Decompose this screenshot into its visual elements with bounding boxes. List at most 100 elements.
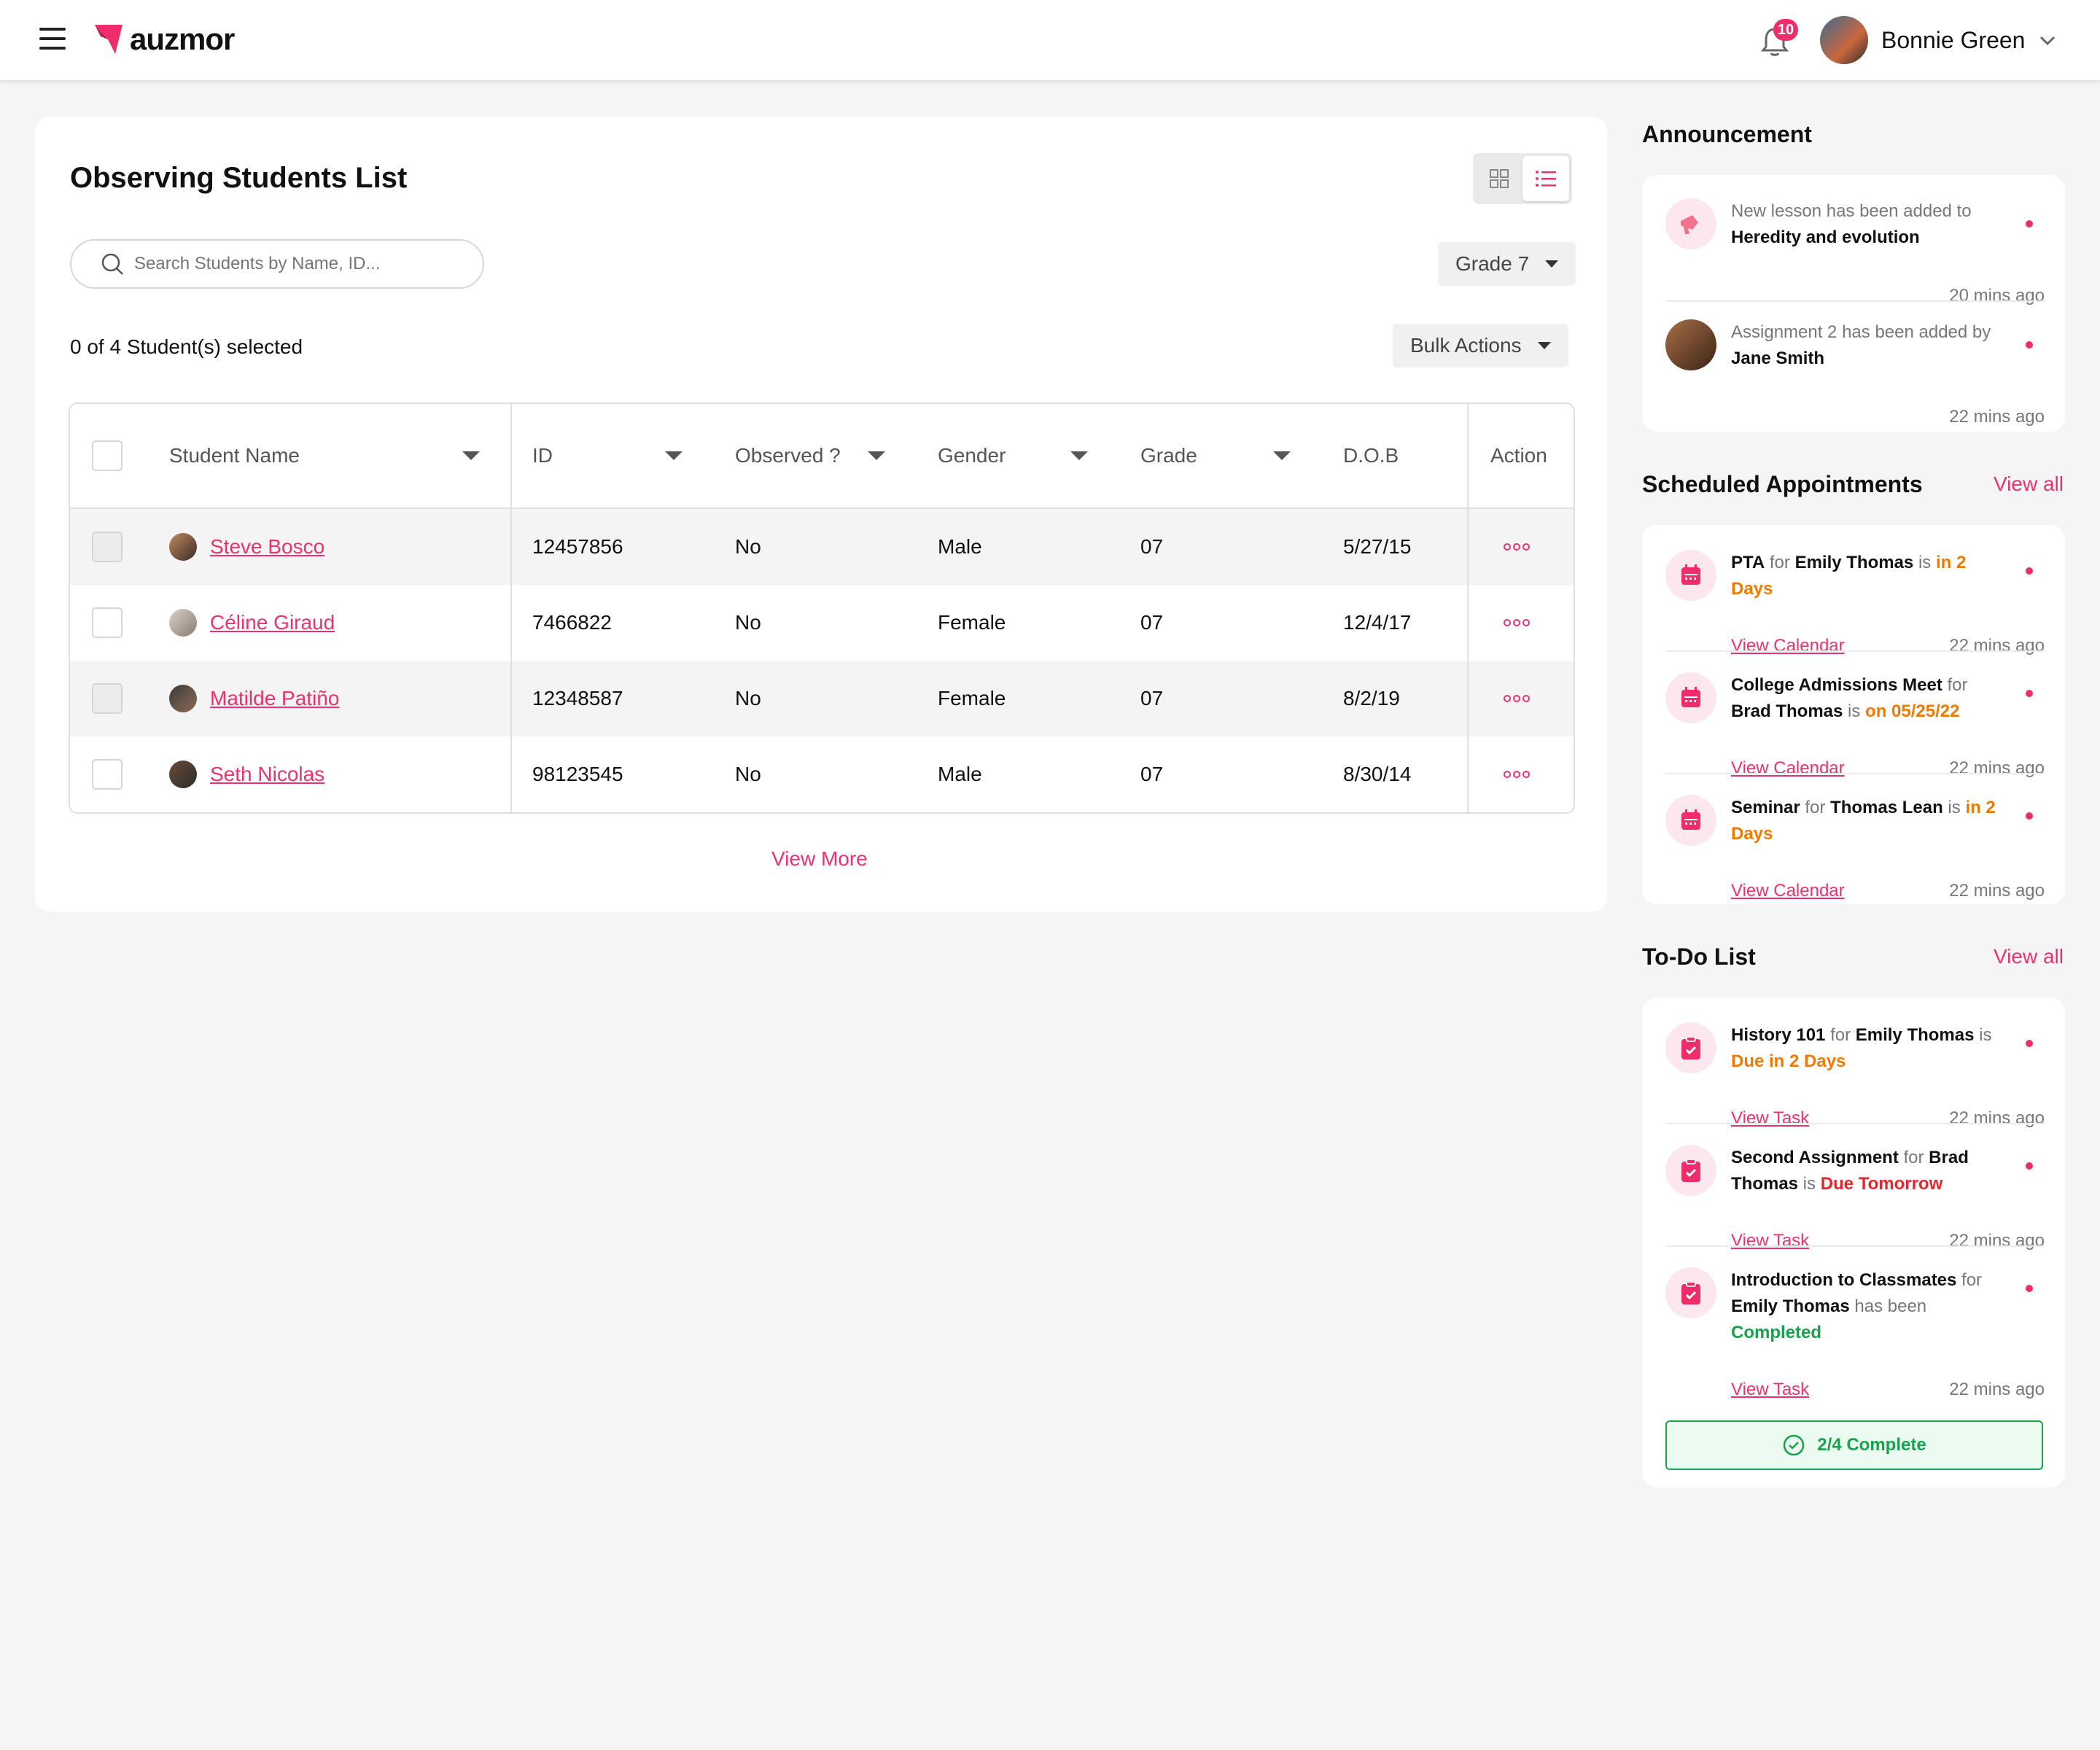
todo-item: Introduction to Classmates for Emily Tho… (1665, 1267, 2045, 1399)
column-header-gender[interactable]: Gender (938, 444, 1006, 467)
row-checkbox[interactable] (92, 532, 122, 562)
appointment-person: Brad Thomas (1731, 701, 1843, 721)
table-row: Steve Bosco 12457856 No Male 07 5/27/15 (70, 509, 1574, 585)
unread-dot (2026, 1040, 2033, 1047)
appointment-person: Thomas Lean (1830, 798, 1943, 817)
more-actions-icon[interactable] (1504, 543, 1530, 551)
row-checkbox[interactable] (92, 607, 122, 638)
divider (1665, 773, 2045, 774)
check-circle-icon (1784, 1434, 1805, 1456)
todo-time: 22 mins ago (1949, 1231, 2045, 1251)
column-header-action: Action (1490, 444, 1547, 467)
bulk-actions-dropdown[interactable]: Bulk Actions (1393, 324, 1568, 368)
user-avatar (1820, 16, 1868, 64)
announcement-text: Assignment 2 has been added by Jane Smit… (1731, 319, 2008, 372)
todo-person: Emily Thomas (1731, 1296, 1850, 1316)
appointment-event: Seminar (1731, 798, 1800, 817)
sort-icon[interactable] (1070, 451, 1088, 460)
appointment-item: College Admissions Meet for Brad Thomas … (1665, 672, 2045, 778)
todo-title: To-Do List (1642, 944, 1756, 970)
user-menu[interactable]: Bonnie Green (1820, 16, 2057, 64)
column-header-id[interactable]: ID (532, 444, 553, 467)
student-name-link[interactable]: Steve Bosco (210, 535, 324, 559)
clipboard-icon (1665, 1267, 1716, 1318)
column-header-student-name[interactable]: Student Name (169, 444, 300, 467)
selected-count: 0 of 4 Student(s) selected (70, 335, 303, 358)
students-list-card: Observing Students List Grade 7 (35, 117, 1607, 911)
student-dob: 8/2/19 (1343, 687, 1400, 709)
student-gender: Male (938, 535, 982, 558)
todo-task: History 101 (1731, 1025, 1826, 1045)
more-actions-icon[interactable] (1504, 771, 1530, 778)
student-gender: Female (938, 687, 1006, 709)
notification-count-badge: 10 (1773, 19, 1798, 41)
column-divider (510, 404, 512, 812)
todo-task: Second Assignment (1731, 1148, 1899, 1167)
announcement-time: 20 mins ago (1949, 286, 2045, 306)
todo-text: History 101 for Emily Thomas is Due in 2… (1731, 1022, 2008, 1075)
todo-status: Completed (1731, 1323, 1822, 1342)
view-calendar-link[interactable]: View Calendar (1731, 636, 1845, 656)
column-header-grade[interactable]: Grade (1140, 444, 1197, 467)
column-header-observed[interactable]: Observed ? (735, 444, 841, 467)
todo-text: Second Assignment for Brad Thomas is Due… (1731, 1145, 2008, 1197)
student-observed: No (735, 763, 761, 785)
student-avatar (169, 685, 197, 712)
view-calendar-link[interactable]: View Calendar (1731, 758, 1845, 779)
student-avatar (169, 533, 197, 561)
announcement-card: New lesson has been added to Heredity an… (1642, 175, 2065, 432)
student-name-link[interactable]: Seth Nicolas (210, 763, 324, 786)
grid-view-button[interactable] (1476, 156, 1522, 201)
hamburger-menu-icon[interactable] (39, 28, 66, 50)
sort-icon[interactable] (665, 451, 682, 460)
todo-text: Introduction to Classmates for Emily Tho… (1731, 1267, 2008, 1346)
divider (1665, 1123, 2045, 1124)
todo-progress-button[interactable]: 2/4 Complete (1665, 1420, 2043, 1470)
view-task-link[interactable]: View Task (1731, 1380, 1809, 1400)
logo[interactable]: auzmor (93, 22, 235, 57)
student-id: 98123545 (532, 763, 623, 785)
student-name-link[interactable]: Céline Giraud (210, 611, 335, 634)
more-actions-icon[interactable] (1504, 619, 1530, 626)
row-checkbox[interactable] (92, 759, 122, 790)
more-actions-icon[interactable] (1504, 695, 1530, 702)
sort-icon[interactable] (868, 451, 885, 460)
row-checkbox[interactable] (92, 683, 122, 714)
search-input[interactable] (134, 254, 440, 274)
appointments-view-all-link[interactable]: View all (1994, 472, 2064, 496)
avatar (1665, 319, 1716, 370)
appointment-when: on 05/25/22 (1865, 701, 1960, 721)
calendar-icon (1665, 672, 1716, 723)
table-row: Céline Giraud 7466822 No Female 07 12/4/… (70, 585, 1574, 661)
announcement-item[interactable]: Assignment 2 has been added by Jane Smit… (1665, 319, 2045, 427)
student-id: 12457856 (532, 535, 623, 558)
todo-is: has been (1849, 1296, 1927, 1316)
caret-down-icon (1545, 260, 1559, 268)
list-view-button[interactable] (1522, 156, 1569, 201)
student-avatar (169, 609, 197, 637)
grade-filter-dropdown[interactable]: Grade 7 (1438, 242, 1576, 286)
sort-icon[interactable] (462, 451, 480, 460)
todo-view-all-link[interactable]: View all (1994, 945, 2064, 968)
select-all-checkbox[interactable] (92, 440, 122, 471)
view-task-link[interactable]: View Task (1731, 1108, 1809, 1129)
appointment-person: Emily Thomas (1794, 553, 1914, 572)
announcement-prefix: New lesson has been added to (1731, 201, 1972, 221)
appointments-card: PTA for Emily Thomas is in 2 Days View C… (1642, 525, 2065, 904)
appointments-title: Scheduled Appointments (1642, 471, 1923, 497)
student-name-link[interactable]: Matilde Patiño (210, 687, 339, 710)
view-more-link[interactable]: View More (771, 847, 868, 871)
logo-mark-icon (95, 25, 122, 54)
view-calendar-link[interactable]: View Calendar (1731, 881, 1845, 901)
sort-icon[interactable] (1273, 451, 1291, 460)
table-row: Matilde Patiño 12348587 No Female 07 8/2… (70, 661, 1574, 736)
clipboard-icon (1665, 1145, 1716, 1196)
todo-for: for (1956, 1270, 1983, 1290)
bulk-actions-label: Bulk Actions (1410, 334, 1522, 357)
announcement-item[interactable]: New lesson has been added to Heredity an… (1665, 198, 2045, 306)
announcement-title: Announcement (1642, 121, 1812, 147)
view-task-link[interactable]: View Task (1731, 1231, 1809, 1251)
student-grade: 07 (1140, 535, 1164, 558)
appointment-is: is (1913, 553, 1936, 572)
calendar-icon (1665, 550, 1716, 601)
